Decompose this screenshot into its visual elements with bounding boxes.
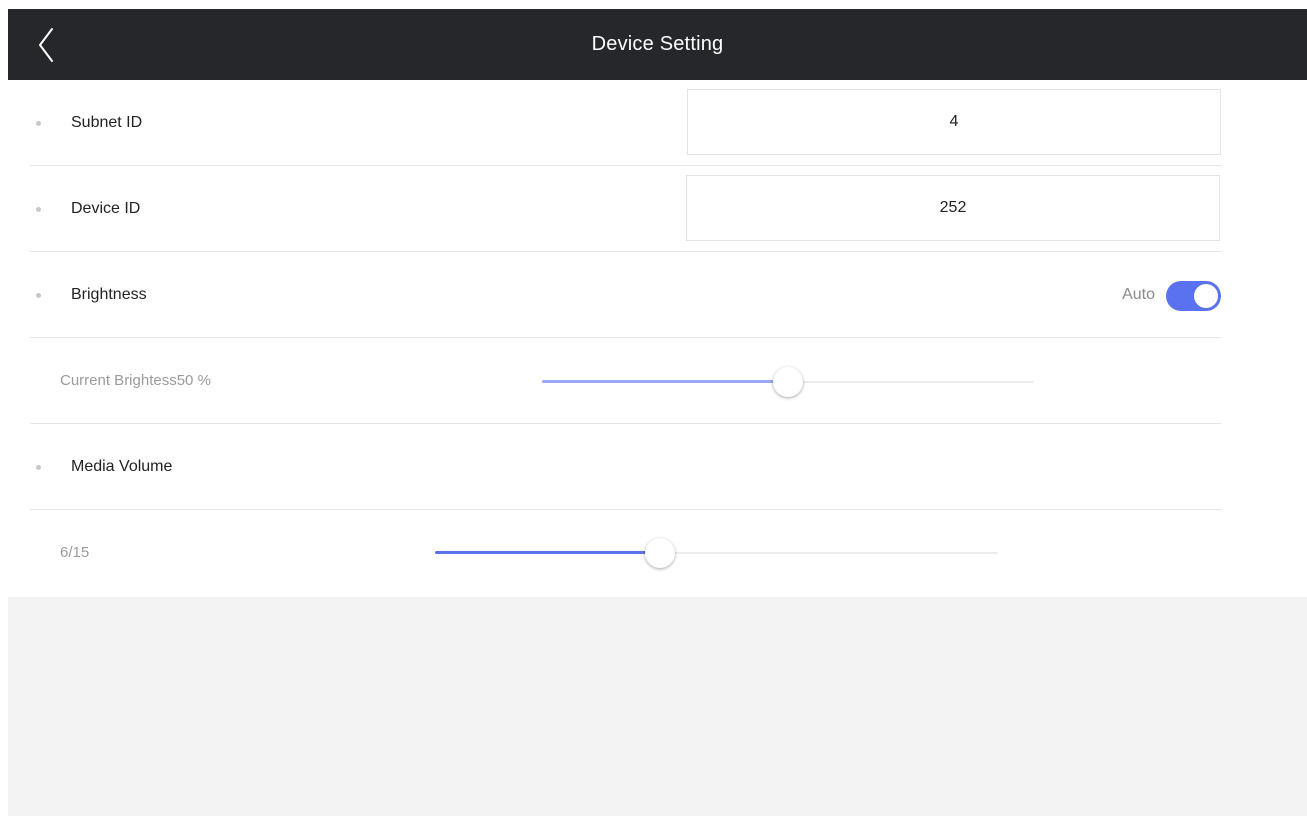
toggle-knob [1194,284,1218,308]
slider-thumb[interactable] [773,367,803,397]
device-id-field[interactable]: 252 [686,175,1220,241]
bullet-dot-icon [36,465,41,470]
settings-list: Subnet ID 4 Device ID 252 Brightness Aut… [8,80,1307,597]
device-setting-screen: Device Setting Subnet ID 4 Device ID 252… [0,0,1307,816]
current-brightness-label: Current Brightess50 % [60,372,211,389]
slider-thumb[interactable] [645,538,675,568]
empty-background [8,597,1307,816]
media-volume-row: Media Volume [8,424,1221,510]
auto-label: Auto [1122,286,1155,303]
device-id-row: Device ID 252 [8,166,1221,252]
current-brightness-row: Current Brightess50 % [8,338,1221,424]
auto-brightness-toggle[interactable] [1166,281,1221,311]
device-id-label: Device ID [71,200,141,217]
slider-fill [542,380,788,383]
slider-fill [435,551,660,554]
page-title: Device Setting [591,33,724,55]
subnet-id-row: Subnet ID 4 [8,80,1221,166]
volume-row: 6/15 [8,510,1221,596]
bullet-dot-icon [36,207,41,212]
subnet-id-label: Subnet ID [71,114,143,131]
volume-value-label: 6/15 [60,544,90,561]
subnet-id-field[interactable]: 4 [687,89,1221,155]
brightness-row: Brightness Auto [8,252,1221,338]
volume-slider[interactable] [435,538,998,568]
media-volume-label: Media Volume [71,458,173,475]
header-bar: Device Setting [8,9,1307,80]
bullet-dot-icon [36,293,41,298]
brightness-slider[interactable] [542,367,1034,397]
bullet-dot-icon [36,121,41,126]
brightness-label: Brightness [71,286,147,303]
